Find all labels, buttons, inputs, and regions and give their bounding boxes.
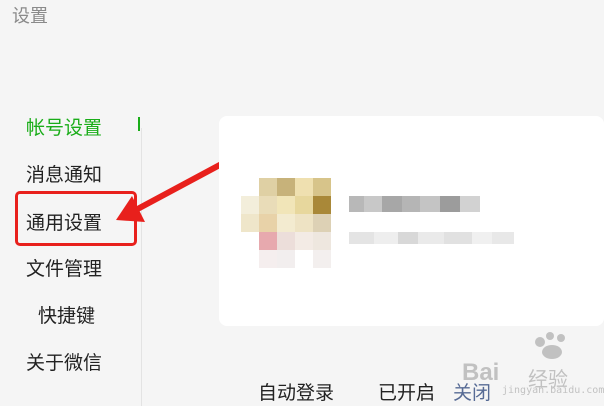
auto-login-status: 已开启 [378,382,436,404]
active-nav-indicator [138,117,140,131]
avatar-pixel [313,250,331,268]
avatar-pixel [295,196,313,214]
avatar-pixel [313,214,331,232]
watermark-logo-text: Bai [462,359,500,386]
avatar-pixel [277,196,295,214]
window-title: 设置 [12,6,48,27]
avatar-pixel [313,196,331,214]
avatar-pixel [259,232,277,250]
avatar-pixel [259,196,277,214]
sidebar-item-about-wechat[interactable]: 关于微信 [26,348,102,375]
sidebar-item-message-notifications[interactable]: 消息通知 [26,160,102,187]
avatar-pixel [241,196,259,214]
paw-print-icon [535,332,565,359]
avatar-pixel [295,214,313,232]
blurred-account-id [349,232,514,244]
blurred-username [349,196,480,212]
profile-card [219,116,604,326]
avatar-pixel [241,214,259,232]
avatar-pixel [313,178,331,196]
avatar-pixel [259,178,277,196]
sidebar-item-shortcuts[interactable]: 快捷键 [38,301,95,328]
avatar-pixel [259,250,277,268]
avatar-pixel [277,214,295,232]
avatar-pixel [259,214,277,232]
avatar-pixel [277,178,295,196]
avatar-pixel [295,178,313,196]
blurred-avatar [241,176,353,276]
avatar-pixel [277,232,295,250]
avatar-pixel [313,232,331,250]
watermark-url: jingyan.baidu.com [502,385,604,396]
avatar-pixel [295,232,313,250]
auto-login-label: 自动登录 [258,382,335,404]
avatar-pixel [277,250,295,268]
general-settings-highlight-box [15,191,137,246]
baidu-jingyan-watermark: Bai 经验 jingyan.baidu.com [462,327,604,401]
sidebar-item-account-settings[interactable]: 帐号设置 [26,113,102,140]
sidebar-item-file-management[interactable]: 文件管理 [26,254,102,281]
sidebar-divider [141,128,142,406]
